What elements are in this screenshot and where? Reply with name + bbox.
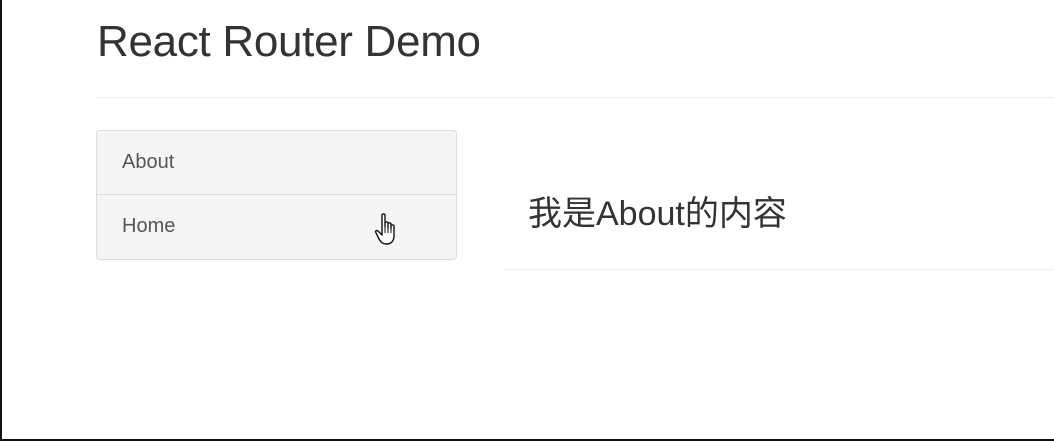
- nav-link-about[interactable]: About: [97, 131, 456, 194]
- nav-list: About Home: [96, 130, 457, 260]
- page-title: React Router Demo: [97, 17, 481, 66]
- page-header: React Router Demo: [96, 0, 1054, 98]
- nav-link-home[interactable]: Home: [97, 194, 456, 259]
- hand-pointer-icon: [374, 213, 395, 245]
- content-panel: 我是About的内容: [503, 146, 1054, 270]
- content-text: 我是About的内容: [528, 195, 787, 233]
